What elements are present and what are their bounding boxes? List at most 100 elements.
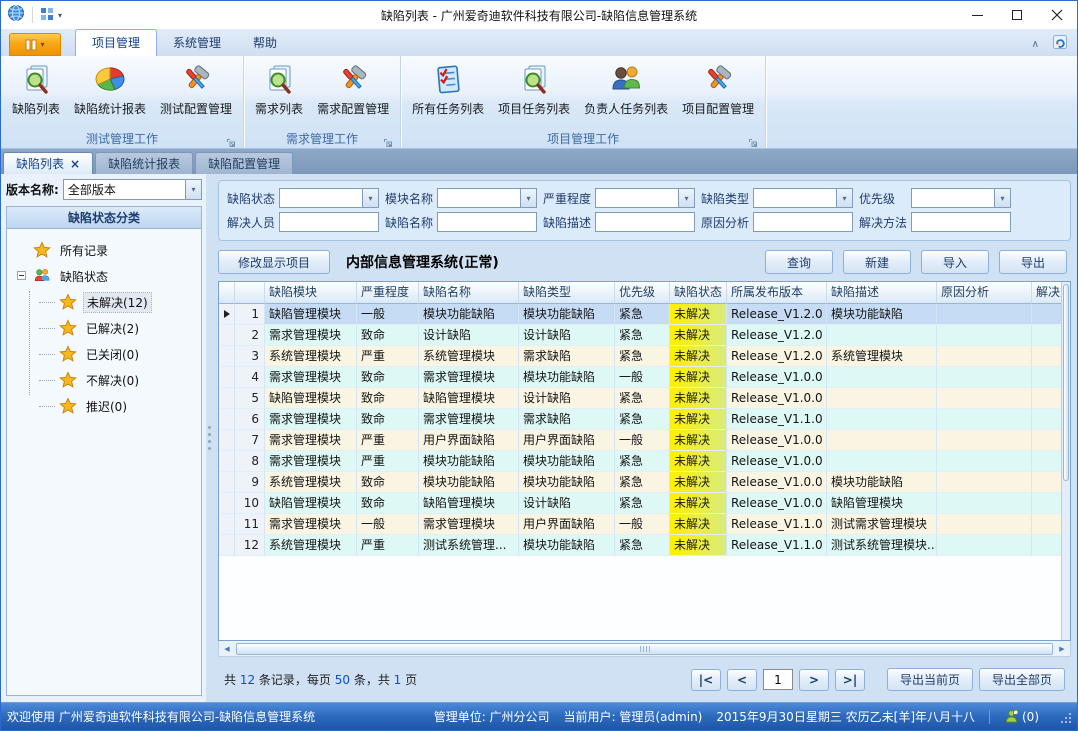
filter-input[interactable]	[911, 212, 1011, 232]
table-cell: Release_V1.2.0	[727, 325, 827, 346]
new-button[interactable]: 新建	[843, 250, 911, 274]
filter-input[interactable]	[595, 212, 695, 232]
table-row[interactable]: 7需求管理模块严重用户界面缺陷用户界面缺陷一般未解决Release_V1.0.0	[219, 430, 1070, 451]
ribbon-button[interactable]: 项目配置管理	[675, 59, 761, 129]
scrollbar-thumb[interactable]	[1063, 284, 1069, 481]
filter-input[interactable]	[279, 212, 379, 232]
import-button[interactable]: 导入	[921, 250, 989, 274]
ribbon-button[interactable]: 需求列表	[248, 59, 310, 129]
header-cell[interactable]: 缺陷名称	[419, 282, 519, 304]
filter-input[interactable]	[437, 212, 537, 232]
table-row[interactable]: 4需求管理模块致命需求管理模块模块功能缺陷一般未解决Release_V1.0.0	[219, 367, 1070, 388]
header-cell[interactable]: 缺陷类型	[519, 282, 615, 304]
modify-columns-button[interactable]: 修改显示项目	[218, 250, 330, 274]
table-row[interactable]: 9系统管理模块致命模块功能缺陷模块功能缺陷紧急未解决Release_V1.0.0…	[219, 472, 1070, 493]
header-cell[interactable]: 优先级	[615, 282, 670, 304]
ribbon-tab[interactable]: 系统管理	[157, 30, 237, 56]
chevron-down-icon[interactable]: ▾	[362, 189, 378, 207]
quick-access-icon[interactable]	[40, 6, 54, 25]
chevron-down-icon[interactable]: ▾	[58, 11, 62, 20]
export-current-page-button[interactable]: 导出当前页	[887, 668, 973, 691]
tree-collapse-icon[interactable]	[17, 271, 26, 280]
header-cell[interactable]: 缺陷描述	[827, 282, 937, 304]
table-row[interactable]: 1缺陷管理模块一般模块功能缺陷模块功能缺陷紧急未解决Release_V1.2.0…	[219, 304, 1070, 325]
tree-item[interactable]: 不解决(0)	[17, 367, 201, 393]
filter-dropdown[interactable]: ▾	[437, 188, 537, 208]
resize-grip[interactable]	[1059, 711, 1071, 723]
ribbon-button[interactable]: 缺陷列表	[5, 59, 67, 129]
chevron-down-icon[interactable]: ▾	[185, 180, 201, 199]
prev-page-button[interactable]: <	[727, 669, 757, 691]
table-row[interactable]: 12系统管理模块严重测试系统管理...模块功能缺陷紧急未解决Release_V1…	[219, 535, 1070, 556]
horizontal-scrollbar[interactable]: ◀ ▶	[218, 641, 1071, 657]
header-cell[interactable]: 严重程度	[357, 282, 419, 304]
doc-tab[interactable]: 缺陷配置管理	[195, 152, 293, 174]
scroll-left-icon[interactable]: ◀	[219, 642, 235, 656]
tree-item[interactable]: 已解决(2)	[17, 315, 201, 341]
filter-dropdown[interactable]: ▾	[911, 188, 1011, 208]
filter-dropdown[interactable]: ▾	[279, 188, 379, 208]
export-all-pages-button[interactable]: 导出全部页	[979, 668, 1065, 691]
table-row[interactable]: 8需求管理模块严重模块功能缺陷模块功能缺陷紧急未解决Release_V1.0.0	[219, 451, 1070, 472]
header-cell[interactable]: 所属发布版本	[727, 282, 827, 304]
next-page-button[interactable]: >	[799, 669, 829, 691]
minimize-button[interactable]	[957, 1, 997, 29]
first-page-button[interactable]: |<	[691, 669, 721, 691]
dialog-launcher-icon[interactable]	[383, 133, 394, 144]
tree-item[interactable]: 所有记录	[17, 237, 201, 263]
dialog-launcher-icon[interactable]	[226, 133, 237, 144]
table-row[interactable]: 3系统管理模块严重系统管理模块需求缺陷紧急未解决Release_V1.2.0系统…	[219, 346, 1070, 367]
version-select[interactable]: 全部版本 ▾	[63, 179, 202, 200]
table-cell: 设计缺陷	[519, 388, 615, 409]
header-cell[interactable]: 缺陷模块	[265, 282, 357, 304]
tree-item[interactable]: 推迟(0)	[17, 393, 201, 419]
tree-item[interactable]: 已关闭(0)	[17, 341, 201, 367]
file-menu-button[interactable]: ▾	[9, 33, 61, 56]
ribbon-tab[interactable]: 项目管理	[75, 29, 157, 56]
chevron-down-icon[interactable]: ▾	[836, 189, 852, 207]
ribbon-tab[interactable]: 帮助	[237, 30, 293, 56]
scroll-right-icon[interactable]: ▶	[1054, 642, 1070, 656]
table-row[interactable]: 11需求管理模块一般需求管理模块用户界面缺陷一般未解决Release_V1.1.…	[219, 514, 1070, 535]
filter-dropdown[interactable]: ▾	[753, 188, 853, 208]
last-page-button[interactable]: >|	[835, 669, 865, 691]
search-button[interactable]: 查询	[765, 250, 833, 274]
filter-dropdown[interactable]: ▾	[595, 188, 695, 208]
ribbon-button[interactable]: 缺陷统计报表	[67, 59, 153, 129]
table-cell: 紧急	[615, 388, 670, 409]
chevron-down-icon[interactable]: ▾	[520, 189, 536, 207]
header-cell	[219, 282, 235, 304]
ribbon-button[interactable]: 所有任务列表	[405, 59, 491, 129]
header-cell[interactable]: 原因分析	[937, 282, 1032, 304]
header-cell[interactable]: 缺陷状态	[670, 282, 727, 304]
chevron-down-icon[interactable]: ▾	[994, 189, 1010, 207]
ribbon-button[interactable]: 负责人任务列表	[577, 59, 675, 129]
chevron-down-icon[interactable]: ▾	[678, 189, 694, 207]
app-window: ▾ 缺陷列表 - 广州爱奇迪软件科技有限公司-缺陷信息管理系统 ▾ 项目管理系统…	[0, 0, 1078, 731]
help-icon[interactable]	[1051, 33, 1069, 55]
tree-item[interactable]: 未解决(12)	[17, 289, 201, 315]
table-row[interactable]: 2需求管理模块致命设计缺陷设计缺陷紧急未解决Release_V1.2.0	[219, 325, 1070, 346]
row-number: 1	[235, 304, 265, 325]
table-row[interactable]: 5缺陷管理模块致命缺陷管理模块设计缺陷紧急未解决Release_V1.0.0	[219, 388, 1070, 409]
dialog-launcher-icon[interactable]	[748, 133, 759, 144]
doc-tab[interactable]: 缺陷列表×	[3, 152, 93, 174]
tab-close-icon[interactable]: ×	[70, 157, 80, 171]
export-button[interactable]: 导出	[999, 250, 1067, 274]
close-button[interactable]	[1037, 1, 1077, 29]
splitter-handle[interactable]	[206, 174, 213, 702]
tree-item[interactable]: 缺陷状态	[17, 263, 201, 289]
ribbon-button[interactable]: 项目任务列表	[491, 59, 577, 129]
page-input[interactable]	[763, 669, 793, 690]
ribbon-button[interactable]: 测试配置管理	[153, 59, 239, 129]
scrollbar-thumb[interactable]	[236, 643, 1053, 655]
table-row[interactable]: 6需求管理模块致命需求管理模块需求缺陷紧急未解决Release_V1.1.0	[219, 409, 1070, 430]
status-date: 2015年9月30日星期三 农历乙未[羊]年八月十八	[716, 708, 975, 725]
filter-input[interactable]	[753, 212, 853, 232]
maximize-button[interactable]	[997, 1, 1037, 29]
ribbon-collapse-icon[interactable]: ∧	[1028, 39, 1043, 50]
vertical-scrollbar[interactable]	[1061, 282, 1070, 640]
doc-tab[interactable]: 缺陷统计报表	[95, 152, 193, 174]
ribbon-button[interactable]: 需求配置管理	[310, 59, 396, 129]
table-row[interactable]: 10缺陷管理模块致命缺陷管理模块设计缺陷紧急未解决Release_V1.0.0缺…	[219, 493, 1070, 514]
